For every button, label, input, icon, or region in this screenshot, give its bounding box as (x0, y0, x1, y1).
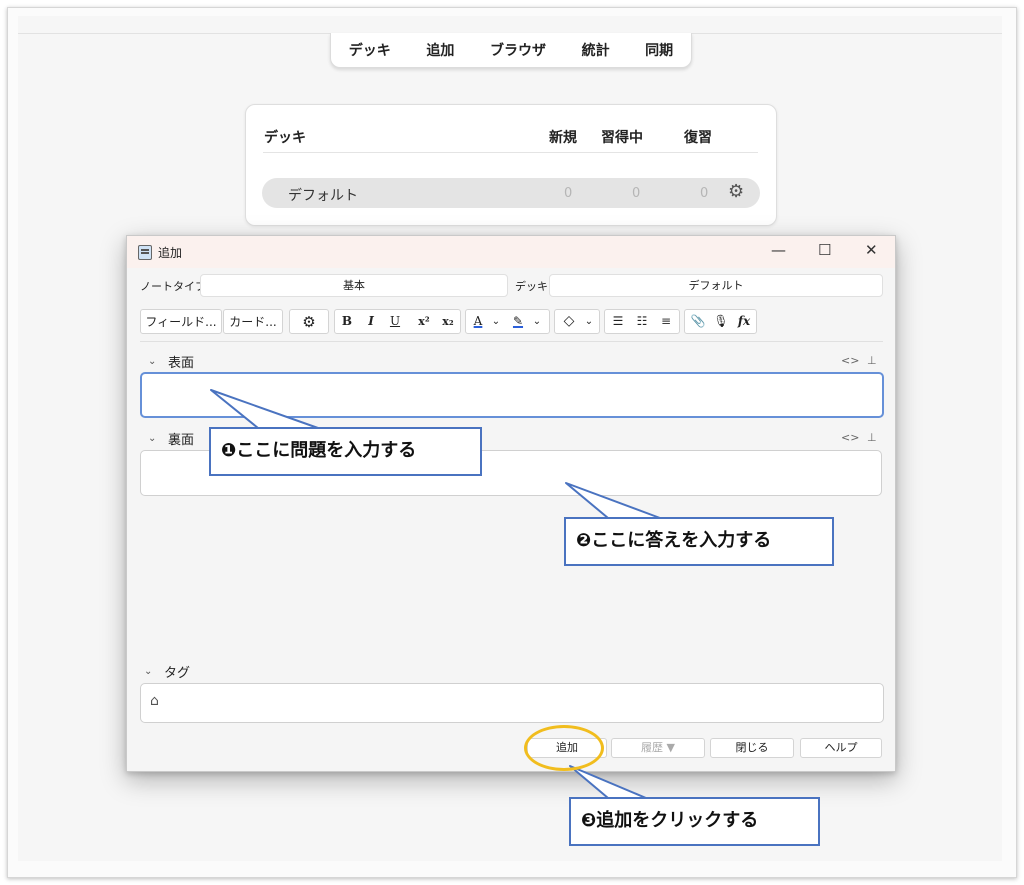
callout-1-tail (210, 389, 319, 429)
add-button-highlight-ring (524, 725, 604, 771)
callout-3-tail (569, 765, 647, 799)
callout-tails (210, 389, 661, 799)
callout-question: ❶ここに問題を入力する (209, 427, 482, 476)
callout-answer: ❷ここに答えを入力する (564, 517, 834, 566)
callout-add: ❸追加をクリックする (569, 797, 820, 846)
callout-2-tail (565, 482, 661, 519)
